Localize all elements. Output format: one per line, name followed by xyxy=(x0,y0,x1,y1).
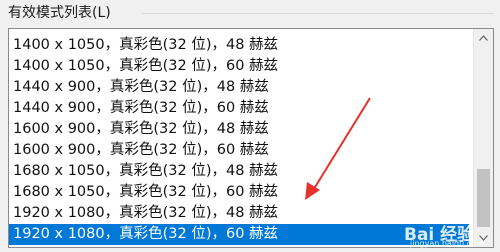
list-item[interactable]: 1600 x 900，真彩色(32 位)，60 赫兹 xyxy=(9,140,469,161)
list-item[interactable]: 1920 x 1080，真彩色(32 位)，48 赫兹 xyxy=(9,203,469,224)
list-item[interactable]: 1440 x 900，真彩色(32 位)，48 赫兹 xyxy=(9,77,469,98)
group-divider xyxy=(142,13,494,14)
watermark: Bai 经验 jingyan.baidu.com xyxy=(404,220,490,250)
list-item[interactable]: 1440 x 900，真彩色(32 位)，60 赫兹 xyxy=(9,98,469,119)
chevron-up-icon xyxy=(479,35,488,41)
scrollbar-thumb[interactable] xyxy=(477,169,490,227)
list-item[interactable]: 1400 x 1050，真彩色(32 位)，60 赫兹 xyxy=(9,56,469,77)
list-item[interactable]: 1680 x 1050，真彩色(32 位)，60 赫兹 xyxy=(9,182,469,203)
vertical-scrollbar[interactable] xyxy=(473,29,493,247)
modes-list-group-label: 有效模式列表(L) xyxy=(8,5,111,21)
scrollbar-track[interactable] xyxy=(474,47,493,229)
list-item[interactable]: 1680 x 1050，真彩色(32 位)，48 赫兹 xyxy=(9,161,469,182)
list-item[interactable]: 1400 x 1050，真彩色(32 位)，48 赫兹 xyxy=(9,35,469,56)
watermark-url: jingyan.baidu.com xyxy=(410,239,484,248)
modes-listbox[interactable]: 1400 x 1050，真彩色(32 位)，48 赫兹 1400 x 1050，… xyxy=(8,28,494,248)
modes-list[interactable]: 1400 x 1050，真彩色(32 位)，48 赫兹 1400 x 1050，… xyxy=(9,35,469,245)
list-item-selected[interactable]: 1920 x 1080，真彩色(32 位)，60 赫兹 xyxy=(9,224,469,245)
list-item[interactable]: 1600 x 900，真彩色(32 位)，48 赫兹 xyxy=(9,119,469,140)
scroll-up-button[interactable] xyxy=(474,29,493,47)
